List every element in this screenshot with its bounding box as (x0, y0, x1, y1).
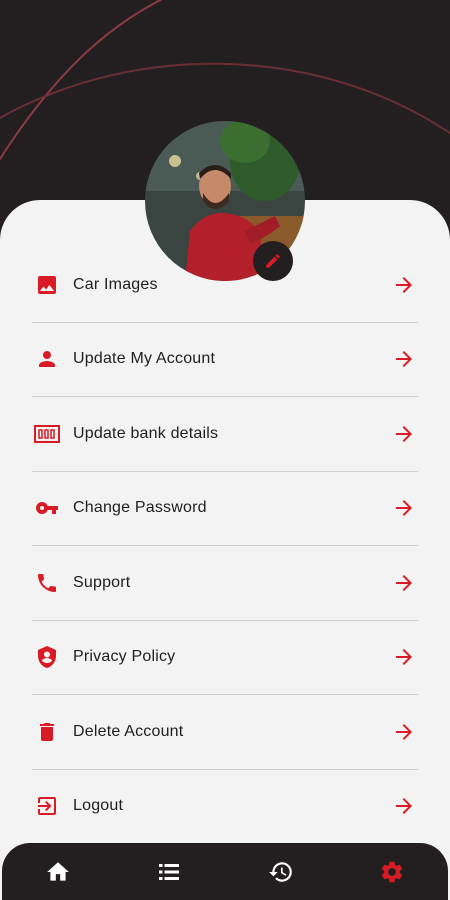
arrow-right-icon (396, 351, 412, 368)
menu-item-label: Delete Account (73, 722, 184, 740)
arrow-right-icon (396, 425, 412, 442)
home-icon (46, 861, 69, 881)
menu-item-bank-details[interactable]: Update bank details (32, 397, 418, 472)
shield-icon (34, 644, 60, 670)
nav-home-button[interactable] (38, 852, 78, 892)
nav-history-button[interactable] (261, 852, 301, 892)
menu-item-label: Change Password (73, 499, 207, 517)
arrow-right-icon (396, 276, 412, 293)
arrow-right-icon (396, 500, 412, 517)
menu-item-delete-account[interactable]: Delete Account (32, 695, 418, 770)
logout-icon (34, 793, 60, 819)
menu-item-label: Support (73, 573, 131, 591)
menu-item-car-images[interactable]: Car Images (32, 248, 418, 323)
menu-item-label: Update My Account (73, 350, 216, 368)
history-icon (268, 861, 292, 882)
menu-item-label: Privacy Policy (73, 648, 176, 666)
arrow-right-icon (396, 723, 412, 740)
nav-list-button[interactable] (149, 852, 189, 892)
settings-icon (382, 861, 403, 882)
menu-item-update-account[interactable]: Update My Account (32, 323, 418, 397)
menu-item-label: Update bank details (73, 424, 219, 442)
menu-item-privacy-policy[interactable]: Privacy Policy (32, 621, 418, 695)
menu-item-logout[interactable]: Logout (32, 770, 418, 844)
bottom-navigation (2, 843, 448, 900)
bank-card-icon (34, 421, 60, 447)
list-icon (159, 863, 180, 880)
settings-menu: Car Images Update My Account Update bank… (0, 248, 450, 844)
arrow-right-icon (396, 798, 412, 815)
menu-item-support[interactable]: Support (32, 546, 418, 621)
arrow-right-icon (396, 574, 412, 591)
arrow-right-icon (396, 649, 412, 666)
key-icon (34, 495, 60, 521)
trash-icon (34, 719, 60, 745)
phone-icon (34, 570, 60, 596)
nav-settings-button[interactable] (372, 852, 412, 892)
menu-item-label: Car Images (73, 275, 158, 293)
menu-item-change-password[interactable]: Change Password (32, 472, 418, 546)
person-icon (34, 346, 60, 372)
image-icon (34, 272, 60, 298)
menu-item-label: Logout (73, 797, 124, 815)
